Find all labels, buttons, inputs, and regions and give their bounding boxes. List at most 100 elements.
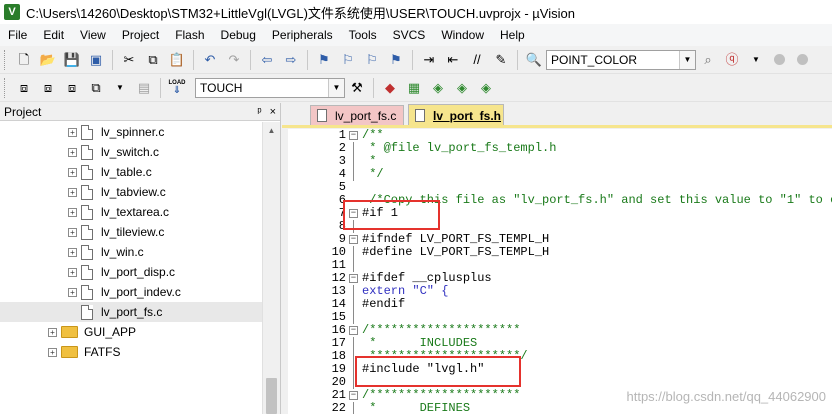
build-icon[interactable]: ⧈ bbox=[38, 78, 58, 98]
close-icon[interactable]: × bbox=[270, 106, 276, 118]
tree-item-lv-tabview[interactable]: + lv_tabview.c bbox=[0, 182, 262, 202]
code-line[interactable]: 14 #endif bbox=[288, 298, 832, 311]
find-in-files-icon[interactable]: 🔍 bbox=[524, 50, 544, 70]
tree-item-lv-textarea[interactable]: + lv_textarea.c bbox=[0, 202, 262, 222]
fold-collapse-icon[interactable]: − bbox=[349, 326, 358, 335]
menu-debug[interactable]: Debug bbox=[213, 25, 264, 45]
find-combo[interactable]: POINT_COLOR ▼ bbox=[546, 49, 696, 70]
tree-item-lv-port-indev[interactable]: + lv_port_indev.c bbox=[0, 282, 262, 302]
scrollbar-thumb[interactable] bbox=[266, 378, 277, 414]
save-icon[interactable]: 💾 bbox=[62, 50, 82, 70]
target-options-icon[interactable]: ⚒ bbox=[347, 78, 367, 98]
fold-collapse-icon[interactable]: − bbox=[349, 235, 358, 244]
code-text: #endif bbox=[362, 297, 406, 311]
expand-icon[interactable]: + bbox=[68, 267, 77, 277]
expand-icon[interactable]: + bbox=[68, 227, 77, 237]
tree-item-lv-win[interactable]: + lv_win.c bbox=[0, 242, 262, 262]
batch-build-icon[interactable]: ⧉ bbox=[86, 78, 106, 98]
pin-icon[interactable]: ᵖ bbox=[257, 106, 261, 118]
tree-item-lv-tileview[interactable]: + lv_tileview.c bbox=[0, 222, 262, 242]
target-combo[interactable]: TOUCH ▼ bbox=[195, 77, 345, 98]
fold-guide-line bbox=[353, 363, 354, 376]
stop-build-icon[interactable]: ▤ bbox=[134, 78, 154, 98]
undo-icon[interactable]: ↶ bbox=[200, 50, 220, 70]
debug-led-icon bbox=[797, 54, 808, 65]
menu-help[interactable]: Help bbox=[492, 25, 533, 45]
fold-collapse-icon[interactable]: − bbox=[349, 274, 358, 283]
expand-icon[interactable]: + bbox=[68, 187, 77, 197]
menu-file[interactable]: File bbox=[0, 25, 35, 45]
dropdown-arrow-icon[interactable]: ▼ bbox=[110, 78, 130, 98]
menu-window[interactable]: Window bbox=[433, 25, 492, 45]
translate-icon[interactable]: ⧈ bbox=[14, 78, 34, 98]
expand-icon[interactable]: + bbox=[48, 327, 57, 337]
new-file-icon[interactable]: 🗋 bbox=[14, 50, 34, 70]
toolbar-grip[interactable] bbox=[4, 77, 8, 98]
menu-project[interactable]: Project bbox=[114, 25, 167, 45]
tree-item-lv-port-disp[interactable]: + lv_port_disp.c bbox=[0, 262, 262, 282]
unindent-icon[interactable]: ⇤ bbox=[443, 50, 463, 70]
fold-collapse-icon[interactable]: − bbox=[349, 391, 358, 400]
tab-lv-port-fs-c[interactable]: lv_port_fs.c bbox=[310, 105, 404, 125]
dropdown-arrow-icon[interactable]: ▼ bbox=[746, 50, 766, 70]
expand-icon[interactable]: + bbox=[68, 287, 77, 297]
find-icon[interactable]: ⌕ bbox=[698, 50, 718, 70]
prev-bookmark-icon[interactable]: ⚐ bbox=[338, 50, 358, 70]
fold-collapse-icon[interactable]: − bbox=[349, 131, 358, 140]
redo-icon[interactable]: ↷ bbox=[224, 50, 244, 70]
bookmark-icon[interactable]: ⚑ bbox=[314, 50, 334, 70]
tree-item-lv-switch[interactable]: + lv_switch.c bbox=[0, 142, 262, 162]
expand-icon[interactable]: + bbox=[68, 247, 77, 257]
tree-item-lv-port-fs[interactable]: + lv_port_fs.c bbox=[0, 302, 262, 322]
paste-icon[interactable]: 📋 bbox=[167, 50, 187, 70]
c-file-icon bbox=[81, 204, 93, 220]
expand-icon[interactable]: + bbox=[68, 167, 77, 177]
load-download-icon[interactable]: LOAD ⇓ bbox=[167, 78, 187, 98]
tree-item-lv-table[interactable]: + lv_table.c bbox=[0, 162, 262, 182]
next-bookmark-icon[interactable]: ⚐ bbox=[362, 50, 382, 70]
expand-icon[interactable]: + bbox=[68, 127, 77, 137]
uncomment-icon[interactable]: ✎ bbox=[491, 50, 511, 70]
expand-icon[interactable]: + bbox=[68, 207, 77, 217]
manage-components-icon[interactable]: ◆ bbox=[380, 78, 400, 98]
code-line[interactable]: 10 #define LV_PORT_FS_TEMPL_H bbox=[288, 246, 832, 259]
pack-installer-icon[interactable]: ◈ bbox=[428, 78, 448, 98]
tree-folder-fatfs[interactable]: + FATFS bbox=[0, 342, 262, 362]
tree-scrollbar[interactable]: ▲ bbox=[262, 122, 280, 414]
menu-view[interactable]: View bbox=[72, 25, 114, 45]
clear-bookmarks-icon[interactable]: ⚑ bbox=[386, 50, 406, 70]
tree-folder-gui-app[interactable]: + GUI_APP bbox=[0, 322, 262, 342]
scroll-up-icon[interactable]: ▲ bbox=[263, 122, 280, 138]
menu-edit[interactable]: Edit bbox=[35, 25, 72, 45]
code-editor[interactable]: 1−/** 2 * @file lv_port_fs_templ.h 3 * 4 */… bbox=[288, 129, 832, 414]
manage-rte-icon[interactable]: ◈ bbox=[476, 78, 496, 98]
code-line[interactable]: 4 */ bbox=[288, 168, 832, 181]
chevron-down-icon[interactable]: ▼ bbox=[328, 78, 344, 97]
nav-forward-icon[interactable]: ⇨ bbox=[281, 50, 301, 70]
rebuild-icon[interactable]: ⧈ bbox=[62, 78, 82, 98]
menu-tools[interactable]: Tools bbox=[341, 25, 385, 45]
active-tab-underline bbox=[282, 125, 832, 128]
toolbar-grip[interactable] bbox=[4, 49, 8, 70]
indent-icon[interactable]: ⇥ bbox=[419, 50, 439, 70]
nav-back-icon[interactable]: ⇦ bbox=[257, 50, 277, 70]
comment-icon[interactable]: // bbox=[467, 50, 487, 70]
editor-tab-bar: lv_port_fs.c lv_port_fs.h bbox=[282, 103, 832, 128]
tree-item-label: lv_spinner.c bbox=[101, 125, 165, 139]
chevron-down-icon[interactable]: ▼ bbox=[679, 50, 695, 69]
expand-icon[interactable]: + bbox=[68, 147, 77, 157]
tree-item-lv-spinner[interactable]: + lv_spinner.c bbox=[0, 122, 262, 142]
tab-lv-port-fs-h[interactable]: lv_port_fs.h bbox=[408, 104, 504, 126]
copy-icon[interactable]: ⧉ bbox=[143, 50, 163, 70]
select-packs-icon[interactable]: ▦ bbox=[404, 78, 424, 98]
save-all-icon[interactable]: ▣ bbox=[86, 50, 106, 70]
line-number: 22 bbox=[331, 401, 346, 414]
menu-svcs[interactable]: SVCS bbox=[385, 25, 434, 45]
rte-icon[interactable]: ◈ bbox=[452, 78, 472, 98]
incremental-find-icon[interactable]: ⓠ bbox=[722, 50, 742, 70]
open-folder-icon[interactable]: 📂 bbox=[38, 50, 58, 70]
expand-icon[interactable]: + bbox=[48, 347, 57, 357]
menu-flash[interactable]: Flash bbox=[167, 25, 212, 45]
menu-peripherals[interactable]: Peripherals bbox=[264, 25, 341, 45]
cut-icon[interactable]: ✂ bbox=[119, 50, 139, 70]
